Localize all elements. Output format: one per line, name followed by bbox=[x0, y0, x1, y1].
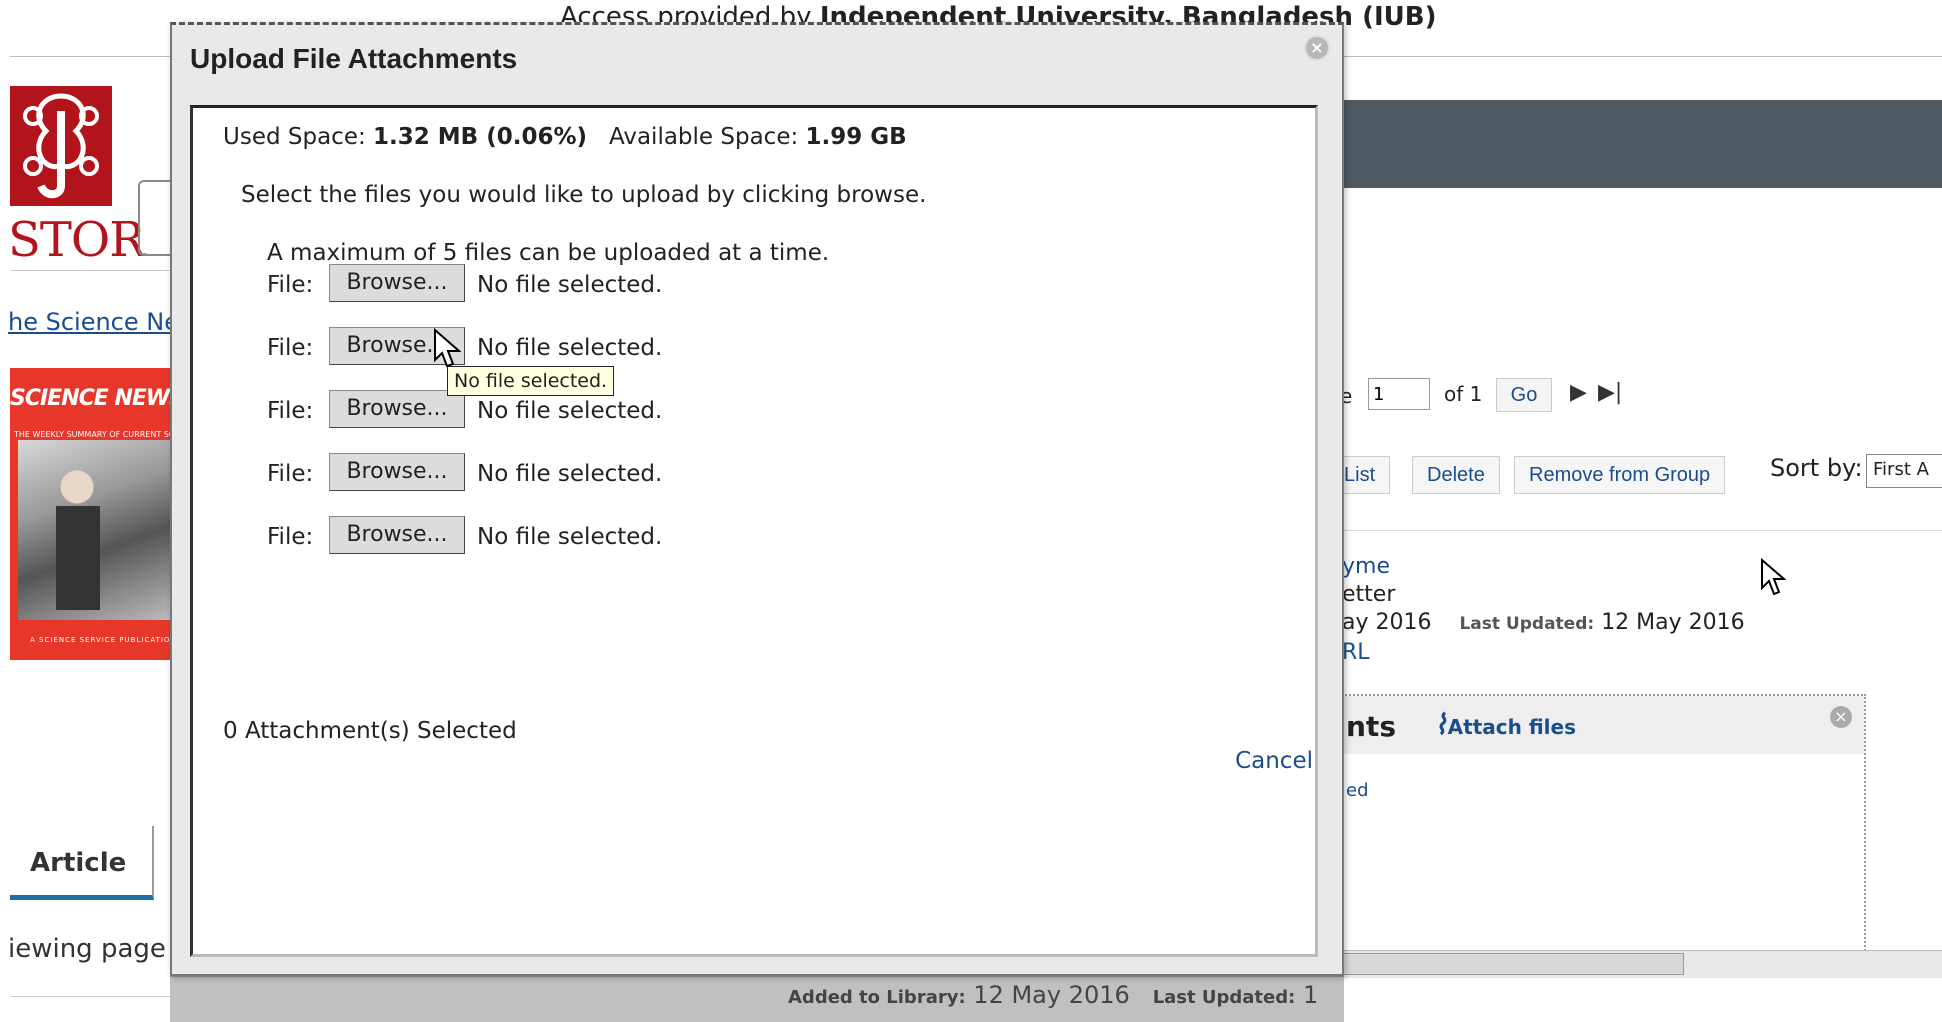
attachments-panel-title: nts bbox=[1346, 710, 1396, 743]
citation-journal: etter bbox=[1342, 582, 1396, 607]
scrollbar-thumb[interactable] bbox=[1332, 953, 1684, 975]
attachments-panel: nts ⌇Attach files × ed bbox=[1330, 694, 1866, 954]
attachments-selected-count: 0 Attachment(s) Selected bbox=[223, 718, 517, 744]
storage-info: Used Space: 1.32 MB (0.06%) Available Sp… bbox=[223, 124, 907, 150]
journal-link[interactable]: he Science News bbox=[8, 308, 172, 336]
file-status: No file selected. bbox=[477, 524, 663, 550]
status-strip: Added to Library: 12 May 2016 Last Updat… bbox=[170, 976, 1344, 1022]
file-status: No file selected. bbox=[477, 398, 663, 424]
citation-dates: ay 2016 Last Updated: 12 May 2016 bbox=[1342, 610, 1745, 635]
file-status: No file selected. bbox=[477, 335, 663, 361]
attachment-item-fragment[interactable]: ed bbox=[1346, 780, 1369, 801]
cancel-link[interactable]: Cancel bbox=[1235, 748, 1313, 774]
bottom-left-divider bbox=[10, 996, 180, 997]
dialog-content: Used Space: 1.32 MB (0.06%) Available Sp… bbox=[190, 105, 1318, 957]
close-icon[interactable]: × bbox=[1830, 706, 1852, 728]
upload-attachments-dialog: Upload File Attachments × Used Space: 1.… bbox=[170, 22, 1344, 976]
left-divider bbox=[10, 270, 170, 271]
browse-button-5[interactable]: Browse... bbox=[329, 516, 465, 554]
jstor-logo-icon bbox=[10, 86, 112, 206]
sort-select[interactable]: First A bbox=[1866, 454, 1942, 488]
browse-button-4[interactable]: Browse... bbox=[329, 453, 465, 491]
horizontal-scrollbar[interactable] bbox=[1330, 950, 1942, 978]
tab-article[interactable]: Article bbox=[10, 826, 154, 900]
attachments-panel-header: nts ⌇Attach files × bbox=[1332, 696, 1864, 754]
page-count: of 1 bbox=[1444, 382, 1483, 406]
browse-button-1[interactable]: Browse... bbox=[329, 264, 465, 302]
used-space-value: 1.32 MB (0.06%) bbox=[373, 124, 588, 150]
available-space-value: 1.99 GB bbox=[805, 124, 907, 150]
paperclip-icon: ⌇ bbox=[1434, 708, 1448, 741]
cover-title: SCIENCE NEWS LETTER bbox=[10, 386, 172, 411]
delete-button[interactable]: Delete bbox=[1412, 456, 1500, 494]
last-page-icon[interactable]: ▶| bbox=[1598, 380, 1622, 405]
mouse-cursor-icon bbox=[1761, 558, 1786, 596]
header-bar bbox=[1320, 100, 1942, 188]
page-input[interactable] bbox=[1368, 378, 1430, 410]
close-icon[interactable]: × bbox=[1304, 35, 1330, 61]
sort-by-label: Sort by: bbox=[1770, 454, 1863, 482]
cover-footer: A SCIENCE SERVICE PUBLICATION bbox=[30, 636, 172, 644]
upload-instruction: Select the files you would like to uploa… bbox=[241, 182, 927, 208]
go-button[interactable]: Go bbox=[1496, 378, 1552, 412]
max-files-note: A maximum of 5 files can be uploaded at … bbox=[267, 240, 830, 266]
file-status: No file selected. bbox=[477, 272, 663, 298]
next-page-icon[interactable]: ▶ bbox=[1570, 380, 1587, 405]
browse-tooltip: No file selected. bbox=[447, 366, 615, 396]
toolbar-divider bbox=[1340, 530, 1942, 531]
attach-files-link[interactable]: ⌇Attach files bbox=[1434, 708, 1576, 741]
remove-from-group-button[interactable]: Remove from Group bbox=[1514, 456, 1726, 494]
mouse-cursor-icon bbox=[434, 328, 461, 368]
dialog-title: Upload File Attachments bbox=[190, 43, 518, 74]
cover-photo bbox=[18, 440, 172, 620]
cover-person bbox=[48, 460, 106, 610]
logo-text: STOR bbox=[8, 212, 145, 268]
cover-subtitle: THE WEEKLY SUMMARY OF CURRENT SCIENCE bbox=[14, 430, 172, 439]
journal-cover-image[interactable]: SCIENCE NEWS LETTER THE WEEKLY SUMMARY O… bbox=[10, 368, 172, 660]
viewing-page-text: iewing page 1 bbox=[8, 934, 178, 964]
citation-author-link[interactable]: yme bbox=[1342, 554, 1390, 579]
file-status: No file selected. bbox=[477, 461, 663, 487]
browse-button-3[interactable]: Browse... bbox=[329, 390, 465, 428]
citation-url-link[interactable]: RL bbox=[1342, 640, 1370, 665]
